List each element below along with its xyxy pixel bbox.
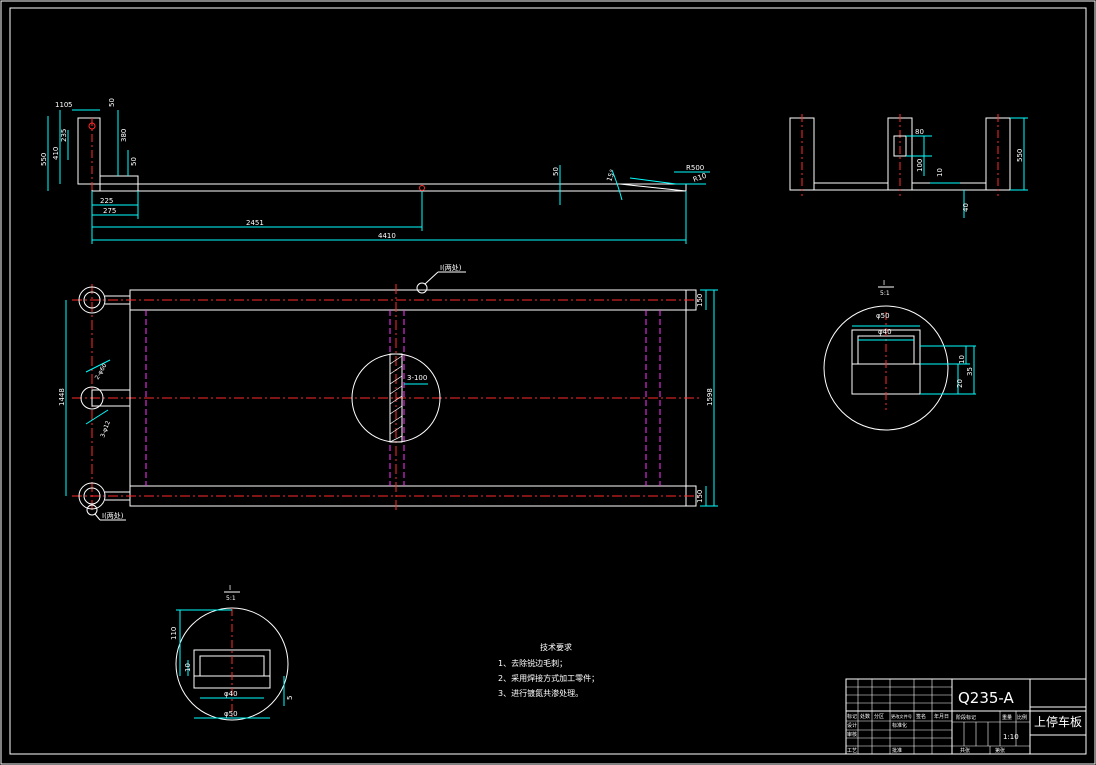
notes-item-2: 2、采用焊接方式加工零件； xyxy=(498,673,599,683)
end-view: 80 100 10 550 40 xyxy=(789,114,1028,218)
dim-end-10: 10 xyxy=(936,168,944,177)
dim-top-4410: 4410 xyxy=(378,232,396,240)
dim-plan-3-100: 3-100 xyxy=(407,374,427,382)
dim-dl-phi50: φ50 xyxy=(224,710,238,718)
tb-row-label-2: 分区 xyxy=(874,713,884,720)
tb-mid-label-0: 标准化 xyxy=(892,722,907,729)
tb-material: Q235-A xyxy=(958,689,1015,707)
dim-plan-150-bottom: 150 xyxy=(696,490,704,503)
dim-plan-2-phi60: 2-φ60 xyxy=(94,362,109,381)
tb-right-label-0: 阶段标记 xyxy=(956,714,976,721)
tb-row-label-3: 更改文件号 xyxy=(891,713,912,720)
dim-plan-150-top: 150 xyxy=(696,294,704,307)
tb-left-label-0: 设计 xyxy=(847,722,857,729)
dim-dr-35: 35 xyxy=(966,367,974,376)
detail-left: I 5:1 110 10 φ40 φ50 5 xyxy=(170,584,294,721)
dim-top-15deg: 15° xyxy=(605,168,617,182)
detail-right: I 5:1 φ50 φ40 10 35 20 xyxy=(823,279,976,431)
detail-right-label: I xyxy=(883,279,885,287)
dim-top-225: 225 xyxy=(100,197,113,205)
dim-dl-phi40: φ40 xyxy=(224,690,238,698)
tb-row-label-0: 标记 xyxy=(847,713,857,720)
dim-dr-phi50: φ50 xyxy=(876,312,890,320)
dim-top-50a: 50 xyxy=(108,98,116,107)
tb-right-label-2: 比例 xyxy=(1017,714,1027,721)
tb-part-name: 上停车板 xyxy=(1034,714,1082,729)
dim-top-r10: R10 xyxy=(692,172,708,184)
dim-top-410: 410 xyxy=(52,147,60,160)
dim-dr-10: 10 xyxy=(958,355,966,364)
tb-right-label-1: 重量 xyxy=(1002,714,1012,721)
dim-top-r500: R500 xyxy=(686,164,704,172)
tb-scale: 1:10 xyxy=(1003,733,1019,741)
dim-plan-1598: 1598 xyxy=(706,388,714,406)
dim-plan-1448: 1448 xyxy=(58,388,66,406)
dim-dr-phi40: φ40 xyxy=(878,328,892,336)
callout-top: I(两处) xyxy=(440,263,462,272)
tb-left-label-2: 工艺 xyxy=(847,748,857,754)
notes-item-3: 3、进行镀氮共渗处理。 xyxy=(498,688,583,698)
tb-row-label-5: 年月日 xyxy=(934,713,949,720)
detail-left-scale: 5:1 xyxy=(226,595,236,602)
detail-right-scale: 5:1 xyxy=(880,290,890,297)
tb-sheet-label-1: 第张 xyxy=(995,747,1005,754)
dim-top-110: 110 xyxy=(55,101,68,109)
detail-left-label: I xyxy=(229,584,231,592)
dim-top-275: 275 xyxy=(103,207,116,215)
tb-row-label-4: 签名 xyxy=(916,713,926,720)
tb-left-label-1: 审核 xyxy=(847,731,857,738)
plan-view: I(两处) I(两处) 150 1448 1598 150 3-100 2-φ6… xyxy=(58,263,718,521)
dim-end-80: 80 xyxy=(915,128,924,136)
dim-end-40: 40 xyxy=(962,203,970,212)
dim-plan-3-phi12: 3-φ12 xyxy=(99,420,112,439)
dim-top-235: 235 xyxy=(60,129,68,142)
tb-sheet-label-0: 共张 xyxy=(960,747,970,754)
callout-bottom: I(两处) xyxy=(102,511,124,520)
dim-dr-20: 20 xyxy=(956,379,964,388)
tb-mid-label-1: 批准 xyxy=(892,747,902,754)
dim-dl-110: 110 xyxy=(170,627,178,640)
top-view: 110 5 50 235 410 550 380 50 225 275 2451… xyxy=(40,98,710,244)
notes-title: 技术要求 xyxy=(540,642,572,652)
dim-top-380: 380 xyxy=(120,129,128,142)
dim-end-100: 100 xyxy=(916,159,924,172)
dim-top-50c: 50 xyxy=(552,167,560,176)
dim-dl-10: 10 xyxy=(184,663,192,672)
notes-item-1: 1、去除锐边毛刺； xyxy=(498,658,567,668)
tb-row-label-1: 处数 xyxy=(860,713,870,720)
dim-top-2451: 2451 xyxy=(246,219,264,227)
dim-end-550: 550 xyxy=(1016,149,1024,162)
title-block: Q235-A 上停车板 1:10 标记 处数 分区 更改文件号 签名 年月日 设… xyxy=(845,678,1087,755)
dim-dl-5: 5 xyxy=(286,696,294,700)
cad-drawing-canvas: 110 5 50 235 410 550 380 50 225 275 2451… xyxy=(0,0,1096,765)
dim-top-50b: 50 xyxy=(130,157,138,166)
dim-top-5: 5 xyxy=(68,101,72,109)
technical-notes: 技术要求 1、去除锐边毛刺； 2、采用焊接方式加工零件； 3、进行镀氮共渗处理。 xyxy=(498,642,599,698)
dim-top-550: 550 xyxy=(40,153,48,166)
